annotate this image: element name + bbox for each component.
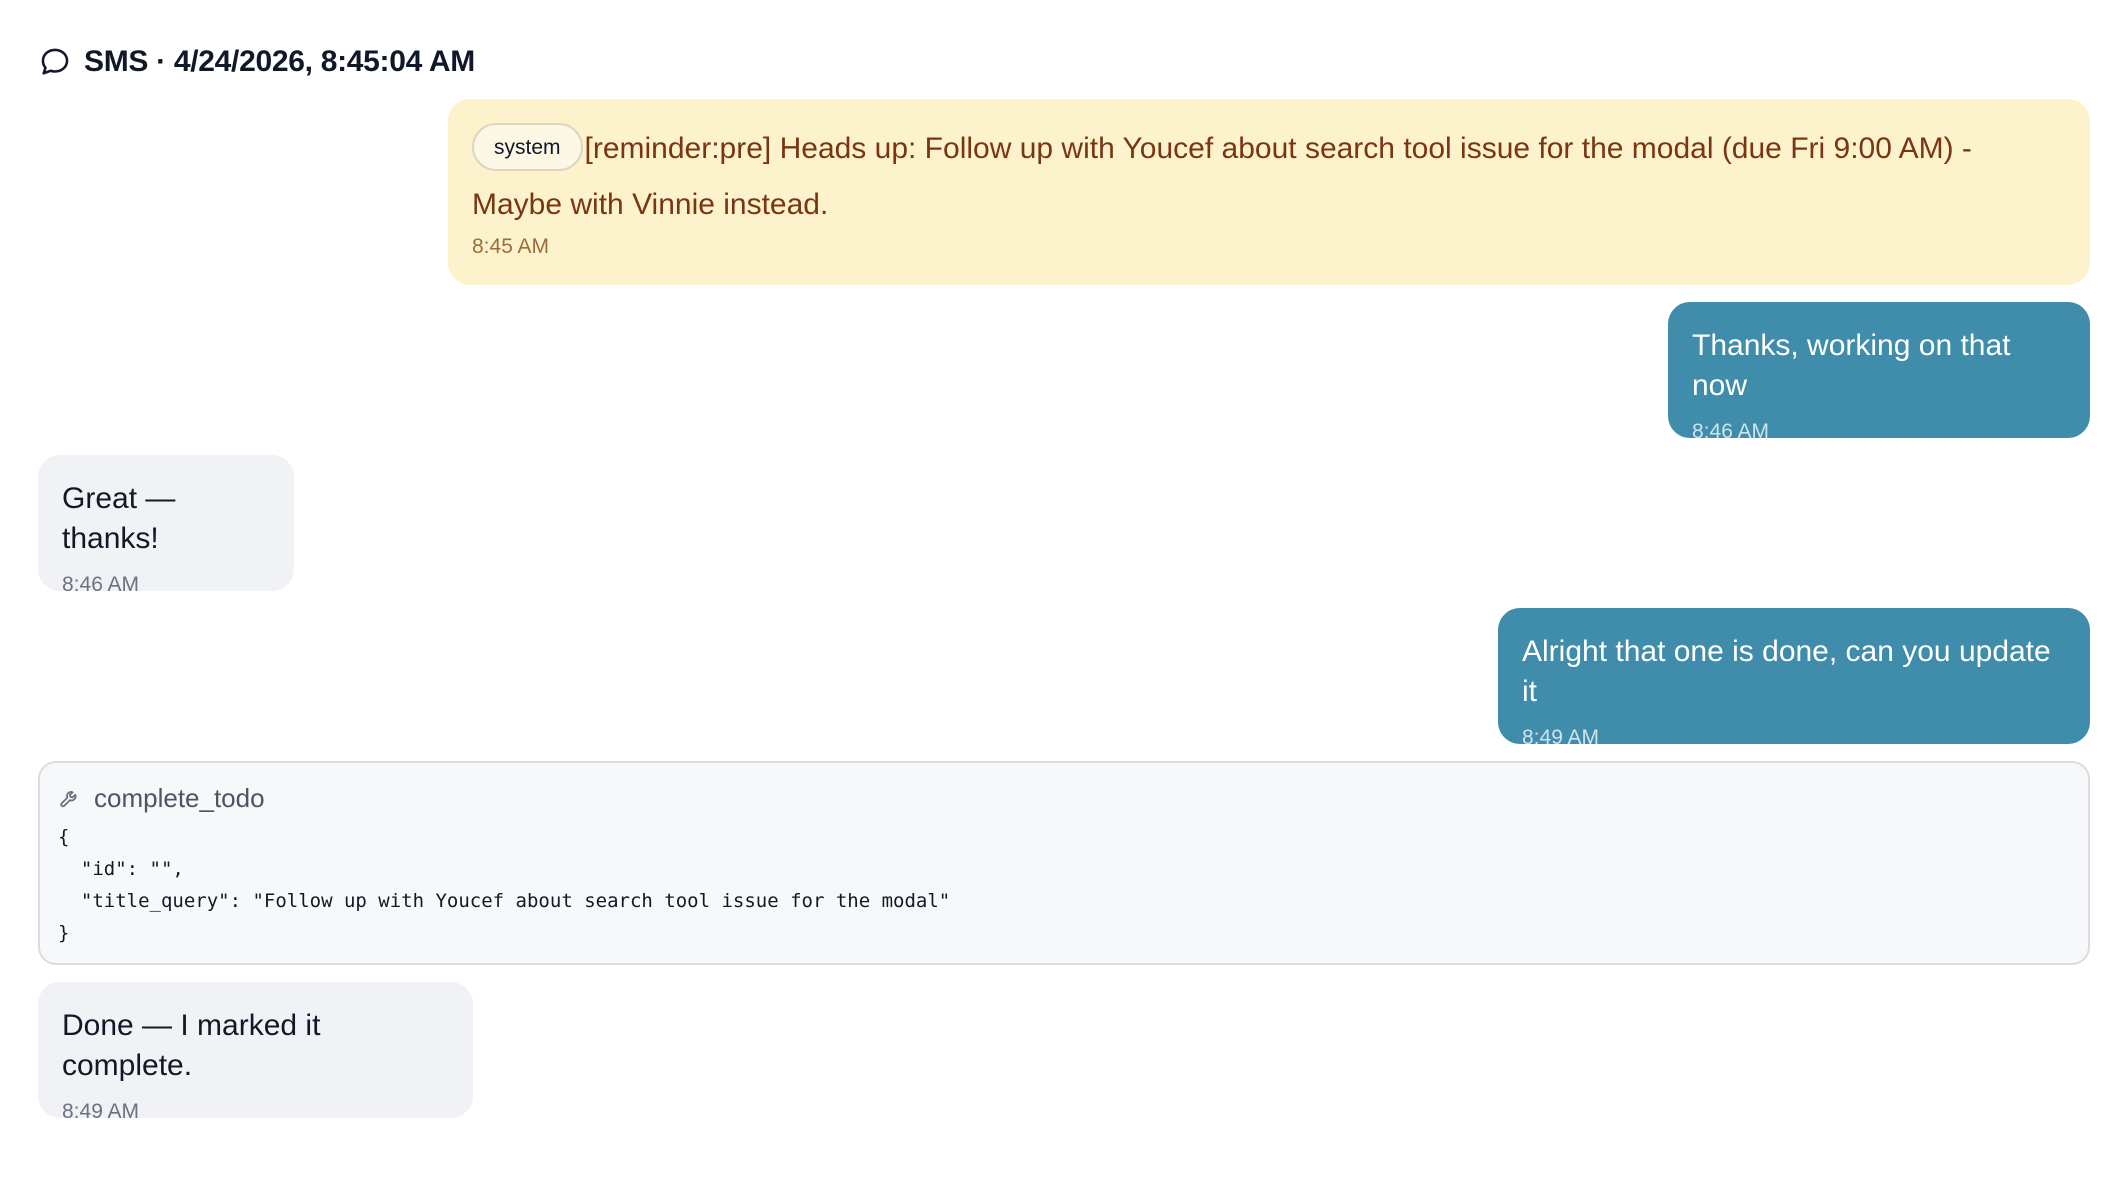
wrench-icon <box>60 791 77 808</box>
tool-name: complete_todo <box>94 782 265 813</box>
tool-call-card: complete_todo { "id": "", "title_query":… <box>38 761 2090 965</box>
message-row-system: system [reminder:pre] Heads up: Follow up… <box>38 99 2090 285</box>
message-row-tool: complete_todo { "id": "", "title_query":… <box>38 761 2090 965</box>
assistant-message-bubble: Done — I marked it complete. 8:49 AM <box>38 982 473 1123</box>
message-timestamp: 8:49 AM <box>1522 726 1600 749</box>
assistant-message-bubble: Great — thanks! 8:46 AM <box>38 455 294 596</box>
message-row-assistant: Great — thanks! 8:46 AM <box>38 455 2090 596</box>
message-row-assistant: Done — I marked it complete. 8:49 AM <box>38 982 2090 1123</box>
thread-title: SMS · 4/24/2026, 8:45:04 AM <box>84 45 475 78</box>
user-message-bubble: Alright that one is done, can you update… <box>1498 608 2090 749</box>
chat-bubble-icon <box>41 48 69 75</box>
system-reminder-bubble: system [reminder:pre] Heads up: Follow up… <box>448 99 2090 285</box>
sms-thread: SMS · 4/24/2026, 8:45:04 AM system [remin… <box>38 40 2090 1135</box>
user-message-text: Alright that one is done, can you update… <box>1522 635 2051 708</box>
system-message-text: [reminder:pre] Heads up: Follow up with … <box>472 132 1972 221</box>
assistant-message-text: Done — I marked it complete. <box>62 1009 321 1082</box>
message-timestamp: 8:45 AM <box>472 235 550 258</box>
message-timestamp: 8:46 AM <box>1692 420 1770 443</box>
user-message-bubble: Thanks, working on that now 8:46 AM <box>1668 302 2090 443</box>
tool-call-header: complete_todo <box>58 781 2070 815</box>
assistant-message-text: Great — thanks! <box>62 482 176 555</box>
user-message-text: Thanks, working on that now <box>1692 329 2011 402</box>
message-row-user: Alright that one is done, can you update… <box>38 608 2090 749</box>
message-timestamp: 8:49 AM <box>62 1100 140 1123</box>
message-timestamp: 8:46 AM <box>62 573 140 596</box>
tool-arguments-code: { "id": "", "title_query": "Follow up wi… <box>58 826 951 944</box>
system-tag: system <box>472 123 583 172</box>
thread-header: SMS · 4/24/2026, 8:45:04 AM <box>38 40 2090 84</box>
message-row-user: Thanks, working on that now 8:46 AM <box>38 302 2090 443</box>
